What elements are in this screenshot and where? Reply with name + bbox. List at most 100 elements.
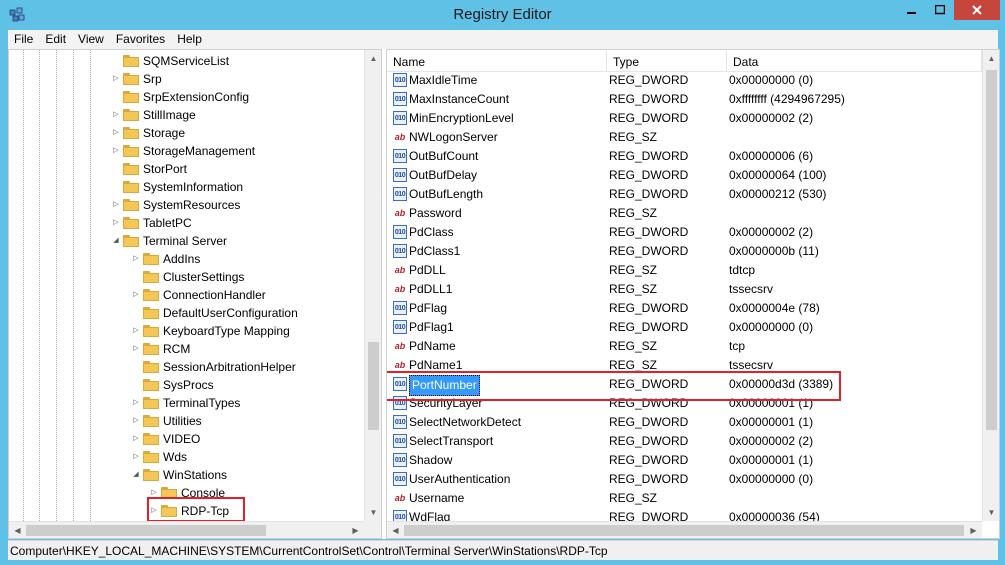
- scroll-thumb[interactable]: [404, 525, 964, 536]
- menu-edit[interactable]: Edit: [39, 30, 72, 49]
- minimize-icon: [906, 12, 916, 14]
- tree-item[interactable]: ▷ Srp: [111, 70, 161, 88]
- value-row[interactable]: 010 PdClass REG_DWORD 0x00000002 (2): [387, 223, 982, 242]
- value-row[interactable]: ab PdName REG_SZ tcp: [387, 337, 982, 356]
- expand-arrow-icon[interactable]: ▷: [131, 340, 141, 358]
- scroll-right-arrow-icon[interactable]: ▶: [347, 522, 364, 538]
- close-button[interactable]: [954, 0, 1000, 20]
- menu-view[interactable]: View: [72, 30, 110, 49]
- tree-item[interactable]: ▷ VIDEO: [131, 430, 200, 448]
- tree-item[interactable]: StorPort: [111, 160, 187, 178]
- scroll-up-arrow-icon[interactable]: ▲: [365, 50, 381, 67]
- value-row[interactable]: 010 PdFlag1 REG_DWORD 0x00000000 (0): [387, 318, 982, 337]
- scroll-left-arrow-icon[interactable]: ◀: [9, 522, 26, 538]
- value-row[interactable]: 010 PdFlag REG_DWORD 0x0000004e (78): [387, 299, 982, 318]
- expand-arrow-icon[interactable]: ▷: [111, 124, 121, 142]
- tree-item[interactable]: ▷ StorageManagement: [111, 142, 255, 160]
- tree-item[interactable]: SessionArbitrationHelper: [131, 358, 296, 376]
- value-row[interactable]: 010 PdClass1 REG_DWORD 0x0000000b (11): [387, 242, 982, 261]
- column-header-name[interactable]: Name: [387, 50, 607, 72]
- tree-item[interactable]: DefaultUserConfiguration: [131, 304, 298, 322]
- value-row[interactable]: ab Password REG_SZ: [387, 204, 982, 223]
- tree-vertical-scrollbar[interactable]: ▲ ▼: [364, 50, 381, 521]
- expand-arrow-icon[interactable]: ▷: [111, 106, 121, 124]
- scroll-up-arrow-icon[interactable]: ▲: [983, 50, 999, 67]
- value-row[interactable]: 010 SelectNetworkDetect REG_DWORD 0x0000000…: [387, 413, 982, 432]
- column-header-data[interactable]: Data: [727, 50, 982, 72]
- value-row[interactable]: 010 OutBufDelay REG_DWORD 0x00000064 (100): [387, 166, 982, 185]
- menu-file[interactable]: File: [8, 30, 39, 49]
- value-row[interactable]: 010 MaxInstanceCount REG_DWORD 0xffffffff (…: [387, 90, 982, 109]
- tree-item[interactable]: SrpExtensionConfig: [111, 88, 249, 106]
- close-icon: [972, 5, 982, 15]
- value-row[interactable]: 010 MinEncryptionLevel REG_DWORD 0x00000002…: [387, 109, 982, 128]
- tree-item[interactable]: ▷ RCM: [131, 340, 190, 358]
- expand-arrow-icon[interactable]: ▷: [131, 448, 141, 466]
- tree-item[interactable]: ClusterSettings: [131, 268, 244, 286]
- expand-arrow-icon[interactable]: ▷: [131, 250, 141, 268]
- menu-favorites[interactable]: Favorites: [110, 30, 171, 49]
- scroll-thumb[interactable]: [26, 525, 266, 536]
- value-row[interactable]: 010 Shadow REG_DWORD 0x00000001 (1): [387, 451, 982, 470]
- tree-item[interactable]: ▷ Storage: [111, 124, 185, 142]
- expand-arrow-icon[interactable]: ▷: [111, 214, 121, 232]
- scroll-thumb[interactable]: [986, 70, 997, 430]
- value-row[interactable]: 010 UserAuthentication REG_DWORD 0x00000000…: [387, 470, 982, 489]
- value-row[interactable]: ab NWLogonServer REG_SZ: [387, 128, 982, 147]
- value-type: REG_DWORD: [609, 149, 689, 163]
- value-data: 0x0000004e (78): [729, 301, 820, 315]
- scroll-right-arrow-icon[interactable]: ▶: [965, 522, 982, 538]
- tree-item[interactable]: SysProcs: [131, 376, 214, 394]
- value-row[interactable]: 010 SelectTransport REG_DWORD 0x00000002 (2…: [387, 432, 982, 451]
- tree-item[interactable]: ▷ TerminalTypes: [131, 394, 240, 412]
- tree-item[interactable]: ▷ StillImage: [111, 106, 195, 124]
- maximize-button[interactable]: [926, 0, 953, 20]
- expand-arrow-icon[interactable]: ▷: [131, 394, 141, 412]
- expand-arrow-icon[interactable]: ▷: [111, 70, 121, 88]
- value-name: MaxInstanceCount: [409, 92, 510, 106]
- value-row[interactable]: 010 MaxIdleTime REG_DWORD 0x00000000 (0): [387, 71, 982, 90]
- expand-arrow-icon[interactable]: ▷: [111, 142, 121, 160]
- tree-item[interactable]: ▷ KeyboardType Mapping: [131, 322, 289, 340]
- column-header-type[interactable]: Type: [607, 50, 727, 72]
- scroll-down-arrow-icon[interactable]: ▼: [983, 504, 999, 521]
- folder-icon: [123, 235, 139, 247]
- tree-item[interactable]: SQMServiceList: [111, 52, 229, 70]
- value-row[interactable]: ab PdDLL1 REG_SZ tssecsrv: [387, 280, 982, 299]
- values-horizontal-scrollbar[interactable]: ◀ ▶: [387, 521, 982, 538]
- value-row[interactable]: ab PdDLL REG_SZ tdtcp: [387, 261, 982, 280]
- value-row[interactable]: ab Username REG_SZ: [387, 489, 982, 508]
- tree-item[interactable]: ◢ WinStations: [131, 466, 227, 484]
- value-name: OutBufDelay: [409, 168, 478, 182]
- folder-icon: [143, 253, 159, 265]
- tree-item[interactable]: ▷ SystemResources: [111, 196, 240, 214]
- value-row[interactable]: 010 OutBufLength REG_DWORD 0x00000212 (530): [387, 185, 982, 204]
- tree-item[interactable]: ▷ TabletPC: [111, 214, 191, 232]
- tree-item[interactable]: SystemInformation: [111, 178, 243, 196]
- minimize-button[interactable]: [898, 0, 925, 20]
- tree-item[interactable]: ▷ Utilities: [131, 412, 201, 430]
- tree-horizontal-scrollbar[interactable]: ◀ ▶: [9, 521, 364, 538]
- expand-arrow-icon[interactable]: ▷: [111, 196, 121, 214]
- folder-icon: [123, 127, 139, 139]
- scroll-left-arrow-icon[interactable]: ◀: [387, 522, 404, 538]
- value-row[interactable]: 010 OutBufCount REG_DWORD 0x00000006 (6): [387, 147, 982, 166]
- value-data: 0x00000002 (2): [729, 111, 814, 125]
- values-vertical-scrollbar[interactable]: ▲ ▼: [982, 50, 999, 521]
- tree-item[interactable]: ▷ AddIns: [131, 250, 200, 268]
- values-list-pane: Name Type Data 010 MaxIdleTime REG_DWORD 0x…: [386, 49, 1000, 539]
- expand-arrow-icon[interactable]: ▷: [131, 286, 141, 304]
- collapse-arrow-icon[interactable]: ◢: [131, 466, 141, 484]
- scroll-down-arrow-icon[interactable]: ▼: [365, 504, 381, 521]
- tree-item[interactable]: ▷ ConnectionHandler: [131, 286, 265, 304]
- expand-arrow-icon[interactable]: ▷: [131, 430, 141, 448]
- menu-help[interactable]: Help: [171, 30, 208, 49]
- tree-item[interactable]: ◢ Terminal Server: [111, 232, 227, 250]
- expand-arrow-icon[interactable]: ▷: [131, 322, 141, 340]
- scroll-thumb[interactable]: [368, 342, 379, 430]
- tree-item[interactable]: ▷ Wds: [131, 448, 187, 466]
- collapse-arrow-icon[interactable]: ◢: [111, 232, 121, 250]
- expand-arrow-icon[interactable]: ▷: [131, 412, 141, 430]
